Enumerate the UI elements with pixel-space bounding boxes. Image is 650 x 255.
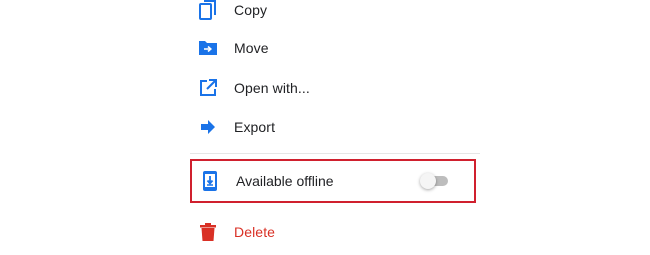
available-offline-label: Available offline [236,173,334,189]
folder-move-icon [198,38,218,58]
trash-icon [198,222,218,242]
delete-menu-item[interactable]: Delete [190,212,470,252]
copy-menu-item[interactable]: Copy [190,0,470,30]
move-label: Move [234,40,269,56]
menu-divider [190,153,480,154]
copy-icon [198,0,218,20]
open-with-label: Open with... [234,80,310,96]
delete-label: Delete [234,224,276,240]
available-offline-menu-item[interactable]: Available offline [190,159,476,203]
open-in-new-icon [198,78,218,98]
copy-label: Copy [234,2,268,18]
export-label: Export [234,119,276,135]
offline-download-icon [200,171,220,191]
file-actions-menu: Copy Move Open with... Export Available … [0,0,650,255]
toggle-thumb [420,173,436,189]
export-menu-item[interactable]: Export [190,107,470,147]
move-menu-item[interactable]: Move [190,28,470,68]
arrow-right-icon [198,117,218,137]
open-with-menu-item[interactable]: Open with... [190,68,470,108]
available-offline-toggle[interactable] [420,173,448,189]
